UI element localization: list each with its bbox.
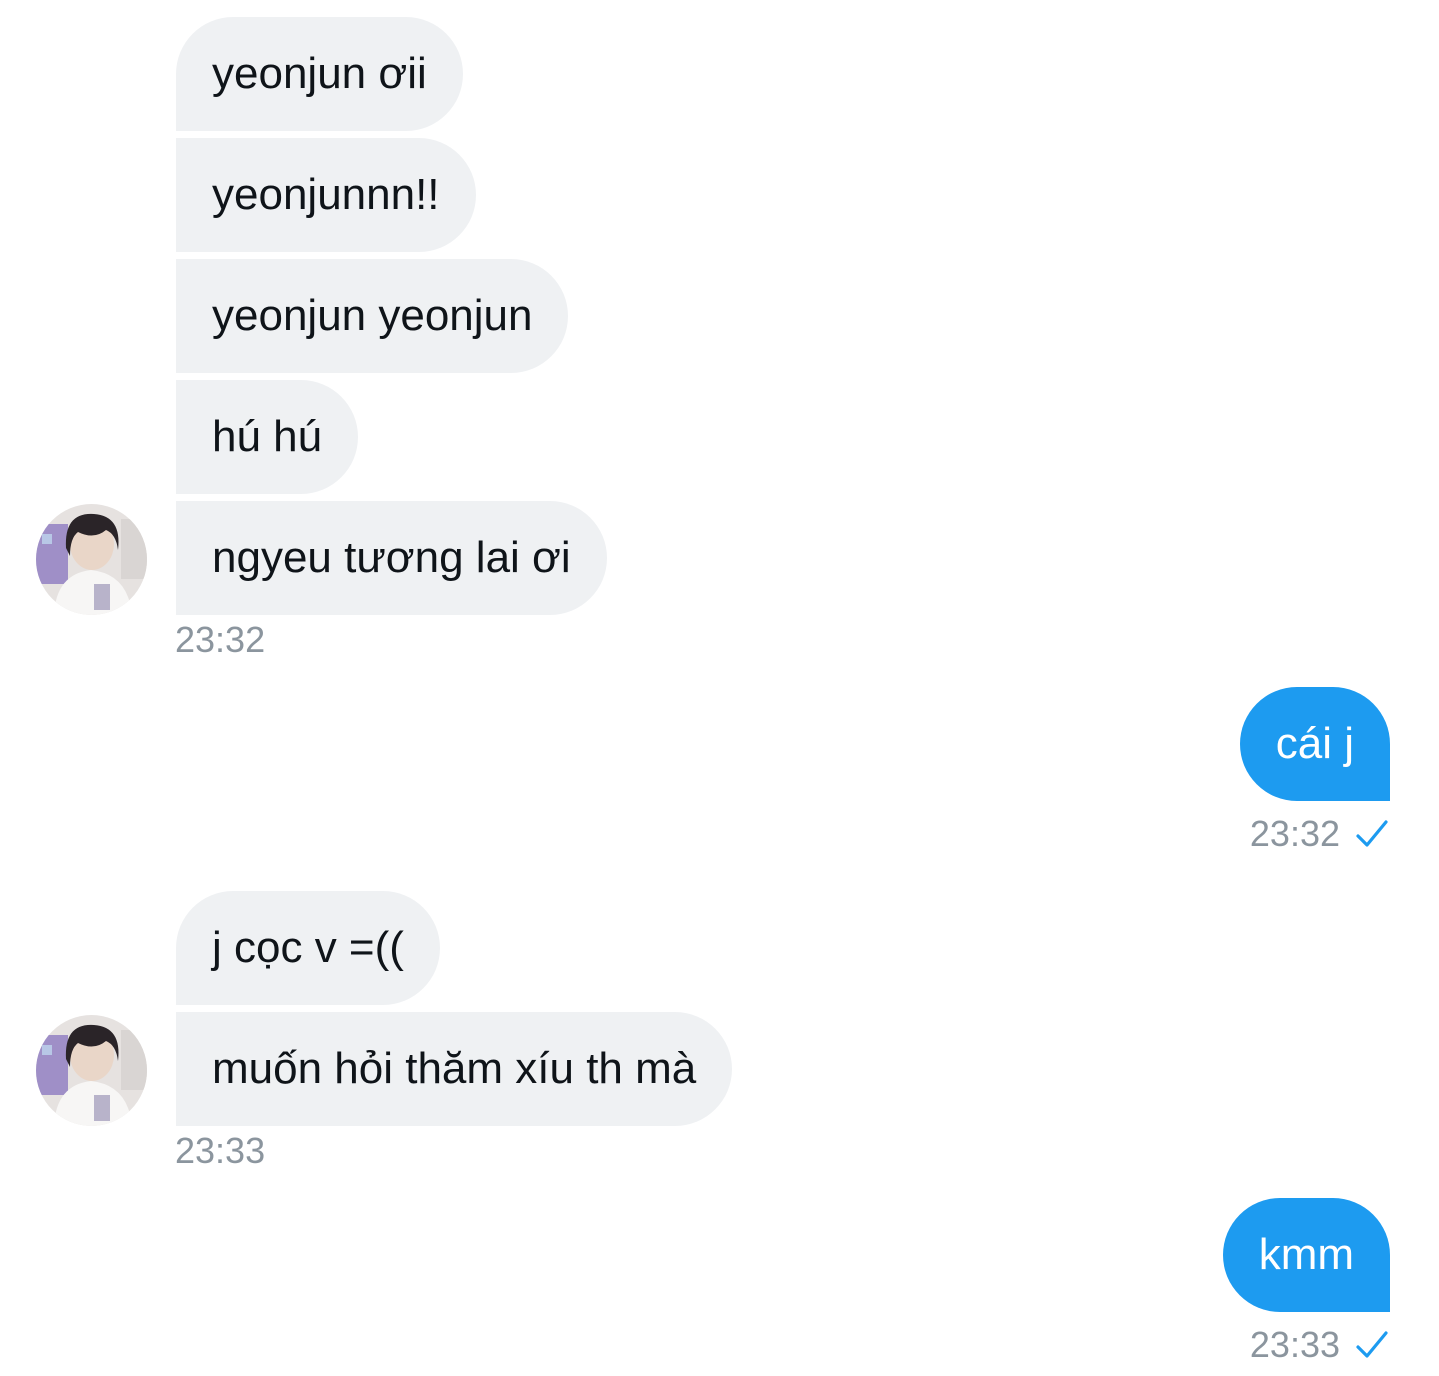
timestamp: 23:32	[175, 619, 266, 660]
message-bubble[interactable]: j cọc v =((	[176, 891, 440, 1005]
check-icon	[1356, 1331, 1388, 1358]
message-bubble[interactable]: hú hú	[176, 380, 359, 494]
avatar[interactable]	[36, 1015, 147, 1126]
message-bubble[interactable]: yeonjun ơii	[176, 17, 463, 131]
timestamp: 23:33	[1249, 1324, 1340, 1365]
message-bubble[interactable]: yeonjun yeonjun	[176, 259, 569, 373]
timestamp: 23:33	[175, 1130, 266, 1171]
message-bubble[interactable]: yeonjunnn!!	[176, 138, 476, 252]
message-bubble-sent[interactable]: cái j	[1239, 687, 1390, 801]
sent-status: 23:32	[1250, 812, 1390, 856]
message-bubble[interactable]: ngyeu tương lai ơi	[176, 501, 607, 615]
avatar[interactable]	[36, 504, 147, 615]
message-bubble[interactable]: muốn hỏi thăm xíu th mà	[176, 1012, 733, 1126]
check-icon	[1356, 820, 1388, 847]
sent-status: 23:33	[1250, 1323, 1390, 1367]
message-bubble-sent[interactable]: kmm	[1222, 1198, 1390, 1312]
timestamp: 23:32	[1249, 813, 1340, 854]
